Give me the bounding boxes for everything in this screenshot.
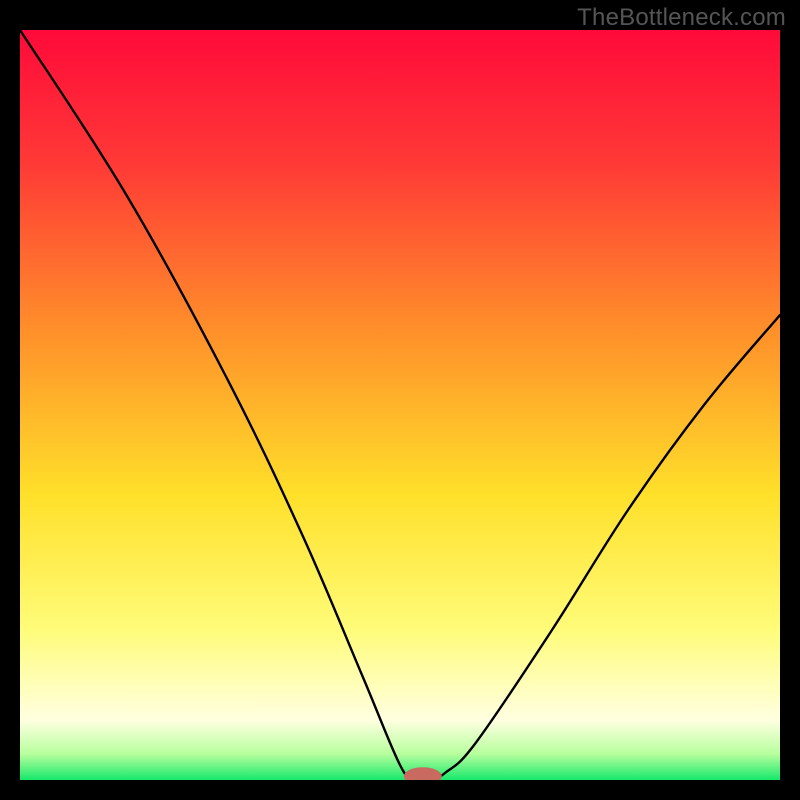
- bottleneck-chart: [20, 30, 780, 780]
- chart-svg: [20, 30, 780, 780]
- watermark-text: TheBottleneck.com: [577, 4, 786, 32]
- plot-background: [20, 30, 780, 780]
- chart-frame: TheBottleneck.com: [0, 0, 800, 800]
